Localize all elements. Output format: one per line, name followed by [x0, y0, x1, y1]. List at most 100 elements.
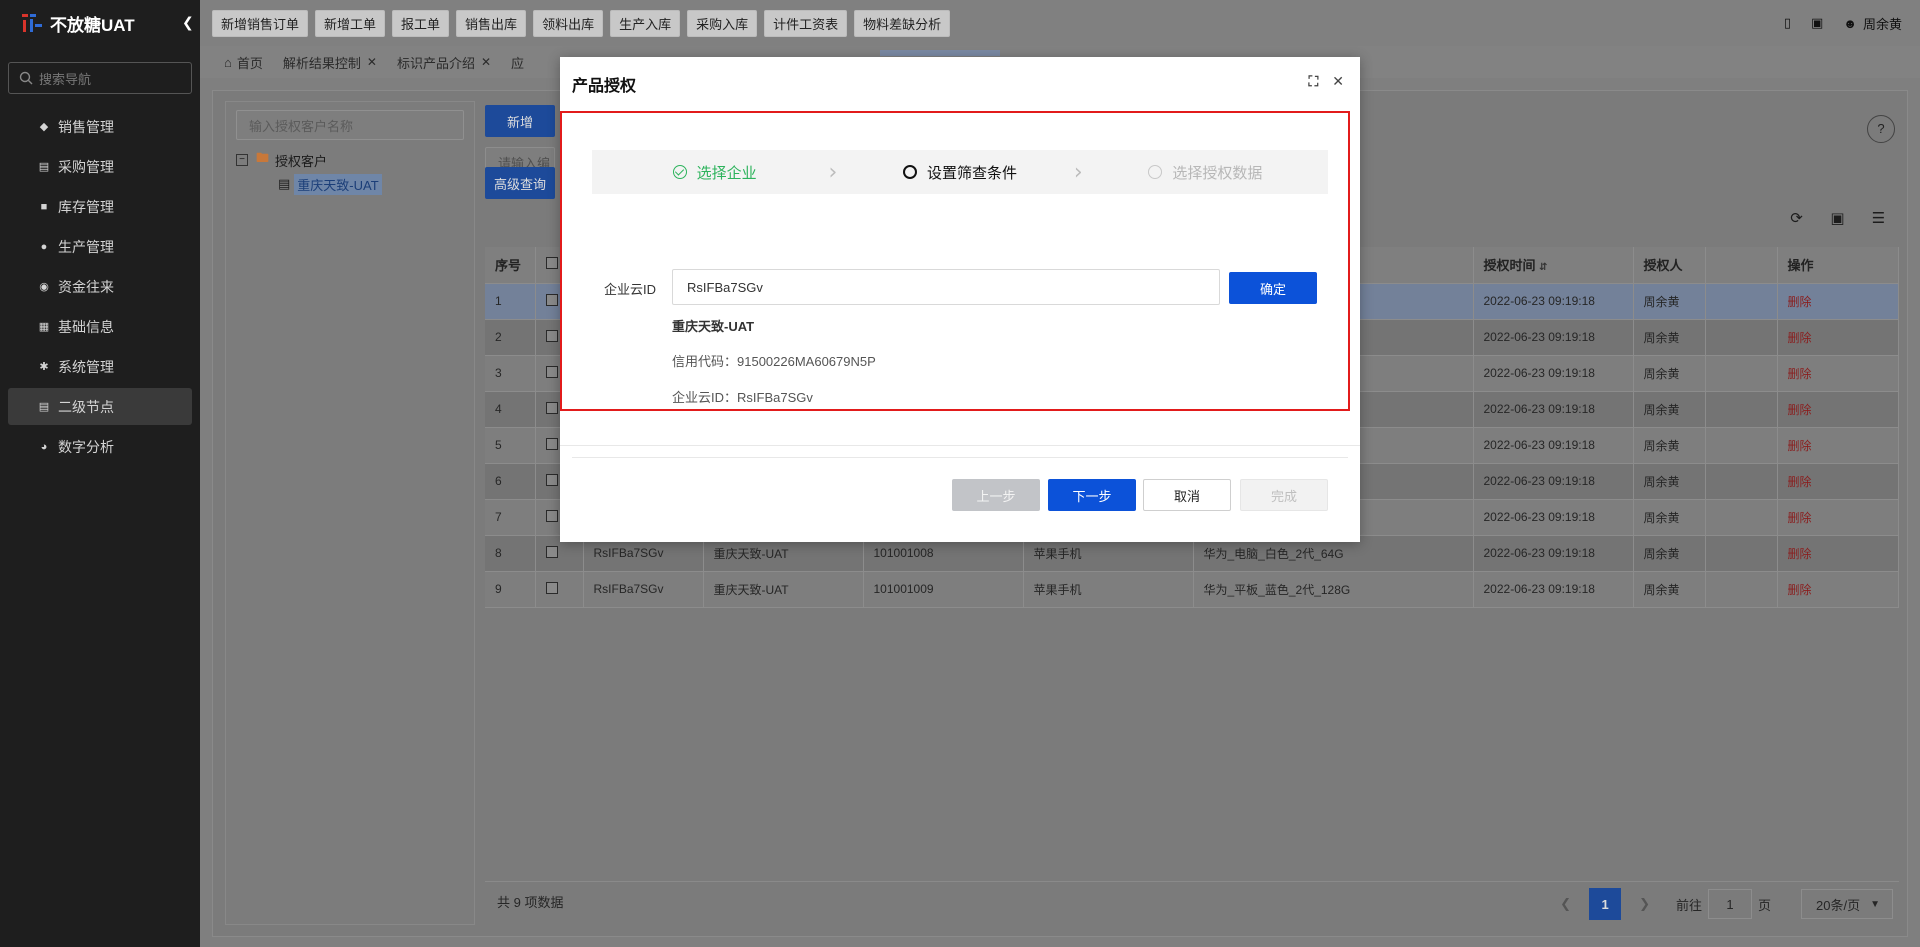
close-icon[interactable]: ✕	[367, 55, 377, 69]
fullscreen-icon[interactable]: ▣	[1817, 209, 1858, 227]
cell-auth-time: 2022-06-23 09:19:18	[1473, 319, 1634, 356]
next-page-icon[interactable]: ❯	[1639, 896, 1650, 912]
row-checkbox[interactable]	[545, 401, 558, 414]
tab-home[interactable]: ⌂ 首页	[224, 46, 263, 78]
confirm-button[interactable]: 确定	[1229, 272, 1317, 304]
cell-auth-user: 周余黄	[1633, 535, 1706, 572]
collapse-icon[interactable]: −	[236, 154, 248, 166]
screen-icon[interactable]: ▣	[1811, 15, 1823, 31]
row-checkbox[interactable]	[545, 545, 558, 558]
row-checkbox[interactable]	[545, 437, 558, 450]
cell-delete[interactable]: 删除	[1777, 355, 1899, 392]
help-icon[interactable]: ?	[1867, 115, 1895, 143]
advanced-query-button[interactable]: 高级查询	[485, 167, 555, 199]
row-checkbox[interactable]	[545, 509, 558, 522]
tree-root[interactable]: − 🖿 授权客户	[226, 148, 474, 172]
cell-checkbox[interactable]	[535, 571, 584, 608]
cell-delete[interactable]: 删除	[1777, 319, 1899, 356]
quick-material-shortage-button[interactable]: 物料差缺分析	[854, 9, 951, 37]
cell-empty	[1705, 499, 1778, 536]
row-checkbox[interactable]	[545, 473, 558, 486]
cell-delete[interactable]: 删除	[1777, 391, 1899, 428]
cell-delete-text[interactable]: 删除	[1788, 439, 1812, 453]
sidebar-item-system[interactable]: ✱ 系统管理	[8, 348, 192, 385]
close-icon[interactable]: ✕	[1332, 73, 1344, 90]
cancel-button[interactable]: 取消	[1143, 479, 1231, 511]
cloud-id-input[interactable]: RsIFBa7SGv	[672, 269, 1220, 305]
sidebar-item-label: 采购管理	[58, 158, 114, 175]
quick-piece-wage-button[interactable]: 计件工资表	[764, 9, 848, 37]
cell-delete[interactable]: 删除	[1777, 427, 1899, 464]
tab-product-intro[interactable]: 标识产品介绍 ✕	[397, 46, 491, 78]
sidebar-item-basic-info[interactable]: ▦ 基础信息	[8, 308, 192, 345]
tab-parse-result[interactable]: 解析结果控制 ✕	[283, 46, 377, 78]
cell-delete-text[interactable]: 删除	[1788, 547, 1812, 561]
quick-new-work-order-button[interactable]: 新增工单	[315, 9, 386, 37]
tree-child[interactable]: ▤ 重庆天致-UAT	[226, 172, 474, 196]
brand: 不放糖UAT ❮	[0, 0, 200, 46]
cell-delete-text[interactable]: 删除	[1788, 295, 1812, 309]
cell-delete[interactable]: 删除	[1777, 571, 1899, 608]
prev-step-button[interactable]: 上一步	[952, 479, 1040, 511]
cell-delete-text[interactable]: 删除	[1788, 511, 1812, 525]
page-size-select[interactable]: 20条/页 ▼	[1801, 889, 1893, 919]
tab-partial[interactable]: 应	[511, 46, 524, 78]
cell-delete[interactable]: 删除	[1777, 535, 1899, 572]
mobile-icon[interactable]: ▯	[1784, 15, 1791, 31]
sidebar-item-purchase[interactable]: ▤ 采购管理	[8, 148, 192, 185]
cell-delete[interactable]: 删除	[1777, 499, 1899, 536]
quick-production-inbound-button[interactable]: 生产入库	[610, 9, 681, 37]
goto-page-input[interactable]: 1	[1707, 889, 1752, 919]
sidebar-item-funds[interactable]: ◉ 资金往来	[8, 268, 192, 305]
cell-auth-time-text: 2022-06-23 09:19:18	[1483, 330, 1595, 344]
cell-index: 6	[485, 463, 536, 500]
step-label: 选择企业	[696, 164, 757, 182]
cell-index-text: 7	[495, 510, 502, 524]
cell-delete-text[interactable]: 删除	[1788, 475, 1812, 489]
step-label: 选择授权数据	[1172, 164, 1263, 182]
row-checkbox[interactable]	[545, 329, 558, 342]
quick-material-outbound-button[interactable]: 领料出库	[533, 9, 604, 37]
grid-icon: ▦	[38, 320, 50, 333]
sort-icon[interactable]: ⇵	[1539, 262, 1547, 273]
page-1-button[interactable]: 1	[1589, 888, 1622, 920]
refresh-icon[interactable]: ⟳	[1776, 209, 1817, 227]
row-checkbox[interactable]	[545, 581, 558, 594]
cell-delete-text[interactable]: 删除	[1788, 367, 1812, 381]
select-all-checkbox[interactable]	[545, 257, 558, 270]
sidebar-item-analytics[interactable]: ◕ 数字分析	[8, 428, 192, 465]
add-button[interactable]: 新增	[485, 105, 555, 137]
header-auth-time[interactable]: 授权时间 ⇵	[1473, 247, 1634, 284]
tree-search-input[interactable]: 输入授权客户名称	[236, 110, 464, 140]
table-row[interactable]: 9 RsIFBa7SGv 重庆天致-UAT 101001009 苹果手机 华为_平板_蓝色…	[485, 571, 1899, 608]
close-icon[interactable]: ✕	[481, 55, 491, 69]
user-menu[interactable]: ☻ 周余黄	[1843, 14, 1902, 33]
cell-delete-text[interactable]: 删除	[1788, 331, 1812, 345]
tag-icon: ◆	[39, 120, 49, 133]
cell-delete-text[interactable]: 删除	[1788, 403, 1812, 417]
sidebar-item-inventory[interactable]: ■ 库存管理	[8, 188, 192, 225]
quick-report-work-button[interactable]: 报工单	[392, 9, 450, 37]
cell-product: 苹果手机	[1023, 571, 1194, 608]
maximize-icon[interactable]: ⛶	[1308, 73, 1318, 90]
quick-sales-outbound-button[interactable]: 销售出库	[456, 9, 527, 37]
sidebar-item-sales[interactable]: ◆ 销售管理	[8, 108, 192, 145]
document-icon: ▤	[278, 176, 291, 191]
next-step-button[interactable]: 下一步	[1048, 479, 1136, 511]
collapse-sidebar-icon[interactable]: ❮	[182, 14, 194, 31]
cell-delete[interactable]: 删除	[1777, 463, 1899, 500]
quick-purchase-inbound-button[interactable]: 采购入库	[687, 9, 758, 37]
sidebar-item-label: 销售管理	[58, 118, 114, 135]
sidebar-item-label: 二级节点	[58, 398, 114, 415]
column-settings-icon[interactable]: ☰	[1858, 209, 1899, 227]
quick-new-sales-order-button[interactable]: 新增销售订单	[212, 9, 309, 37]
nav-search-input[interactable]: 搜索导航	[8, 62, 192, 94]
cell-delete[interactable]: 删除	[1777, 283, 1899, 320]
cell-delete-text[interactable]: 删除	[1788, 583, 1812, 597]
prev-page-icon[interactable]: ❮	[1560, 896, 1571, 912]
sidebar-item-production[interactable]: ● 生产管理	[8, 228, 192, 265]
sidebar-item-secondary-node[interactable]: ▤ 二级节点	[8, 388, 192, 425]
finish-button[interactable]: 完成	[1240, 479, 1328, 511]
row-checkbox[interactable]	[545, 293, 558, 306]
row-checkbox[interactable]	[545, 365, 558, 378]
